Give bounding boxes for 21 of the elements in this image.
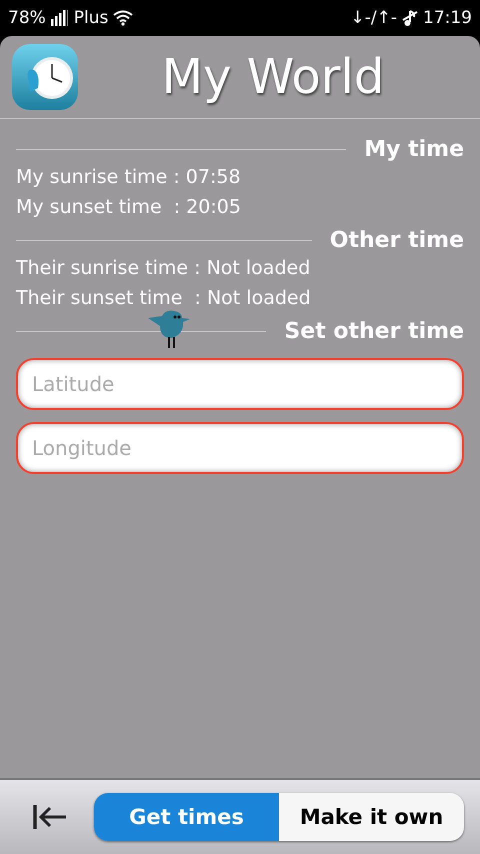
info-line: My sunset time : 20:05 [16, 195, 242, 220]
wifi-icon [113, 10, 134, 26]
back-icon[interactable] [32, 803, 68, 831]
app-title: My World [160, 49, 386, 105]
coordinate-field[interactable]: Longitude [16, 422, 464, 474]
segment-tab[interactable]: Get times [94, 793, 279, 841]
info-line: Their sunrise time : Not loaded [16, 256, 312, 281]
muted-icon [402, 8, 418, 28]
coordinate-field[interactable]: Latitude [16, 358, 464, 410]
signal-icon [50, 10, 69, 26]
clock-time: 17:19 [423, 8, 472, 28]
app-clock-icon [12, 44, 78, 110]
info-line: Their sunset time : Not loaded [16, 286, 312, 311]
data-indicator: ↓-/↑- [350, 8, 397, 28]
section-title: My time [364, 137, 464, 162]
section-title: Other time [330, 228, 464, 253]
carrier-name: Plus [74, 8, 108, 28]
segment-tab[interactable]: Make it own [279, 793, 464, 841]
section-title: Set other time [284, 319, 464, 344]
info-line: My sunrise time : 07:58 [16, 165, 242, 190]
battery-level: 78% [8, 8, 46, 28]
